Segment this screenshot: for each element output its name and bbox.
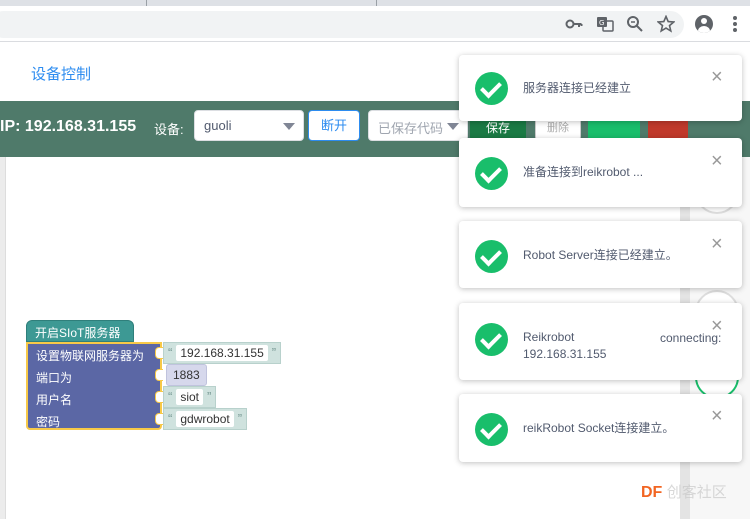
success-check-icon [475,72,508,105]
close-icon[interactable]: × [711,67,723,87]
browser-toolbar: G [0,6,750,42]
translate-icon[interactable]: G [596,15,614,33]
toolbox-edge [0,157,6,519]
siot-config-block[interactable]: 设置物联网服务器为 端口为 用户名 密码 [26,342,162,430]
close-icon[interactable]: × [711,151,723,171]
username-label: 用户名 [36,393,73,407]
input-notch [155,347,163,359]
account-icon[interactable] [695,15,713,33]
device-select[interactable]: guoli [194,110,304,141]
quote-close: ” [271,345,277,360]
watermark-text: 创客社区 [666,484,727,501]
success-check-icon [475,240,508,273]
password-label: 密码 [36,415,61,429]
success-check-icon [475,323,508,356]
zoom-icon[interactable] [626,15,644,33]
input-notch [155,369,163,381]
watermark-brand: DF [641,484,663,501]
watermark: DF 创客社区 [641,481,727,502]
password-value-block[interactable]: “gdwrobot” [163,408,248,430]
success-check-icon [475,157,508,190]
star-icon[interactable] [656,14,676,33]
input-notch [155,391,163,403]
device-label: 设备: [154,122,184,137]
notification: Reikrobot 192.168.31.155 connecting: × [459,303,742,380]
server-label: 设置物联网服务器为 [36,349,145,363]
username-value[interactable]: siot [176,389,204,405]
ip-address-label: IP: 192.168.31.155 [0,118,137,135]
notification-subtext: 192.168.31.155 [523,347,607,361]
key-icon[interactable] [565,15,583,33]
close-icon[interactable]: × [711,234,723,254]
notification: reikRobot Socket连接建立。 × [459,394,742,462]
saved-code-placeholder: 已保存代码 [378,121,444,136]
menu-icon[interactable] [733,16,737,32]
notification-text: reikRobot Socket连接建立。 [523,421,675,435]
chevron-down-icon [283,123,295,130]
success-check-icon [475,413,508,446]
server-value[interactable]: 192.168.31.155 [176,345,268,361]
notification-text: 准备连接到reikrobot ... [523,165,644,179]
disconnect-button[interactable]: 断开 [308,110,360,141]
page-title[interactable]: 设备控制 [31,63,91,84]
close-icon[interactable]: × [711,406,723,426]
quote-open: “ [168,389,173,404]
quote-close: ” [237,411,243,426]
port-label: 端口为 [36,371,73,385]
quote-open: “ [168,411,173,426]
quote-open: “ [168,345,173,360]
siot-start-block[interactable]: 开启SIoT服务器 [26,320,134,342]
server-value-block[interactable]: “192.168.31.155” [163,342,282,364]
notification: 服务器连接已经建立 × [459,55,742,121]
svg-text:G: G [599,19,604,27]
device-select-value: guoli [204,118,232,133]
password-value[interactable]: gdwrobot [176,411,234,427]
username-value-block[interactable]: “siot” [163,386,217,408]
notification-text: Robot Server连接已经建立。 [523,248,678,262]
notification-text: Reikrobot [523,330,575,344]
port-value[interactable]: 1883 [166,364,207,386]
saved-code-select[interactable]: 已保存代码 [368,110,468,141]
notification-text: 服务器连接已经建立 [523,81,632,95]
close-icon[interactable]: × [711,316,723,336]
input-notch [155,413,163,425]
quote-close: ” [207,389,212,404]
chevron-down-icon [447,123,459,130]
notification: Robot Server连接已经建立。 × [459,221,742,288]
notification: 准备连接到reikrobot ... × [459,138,742,207]
